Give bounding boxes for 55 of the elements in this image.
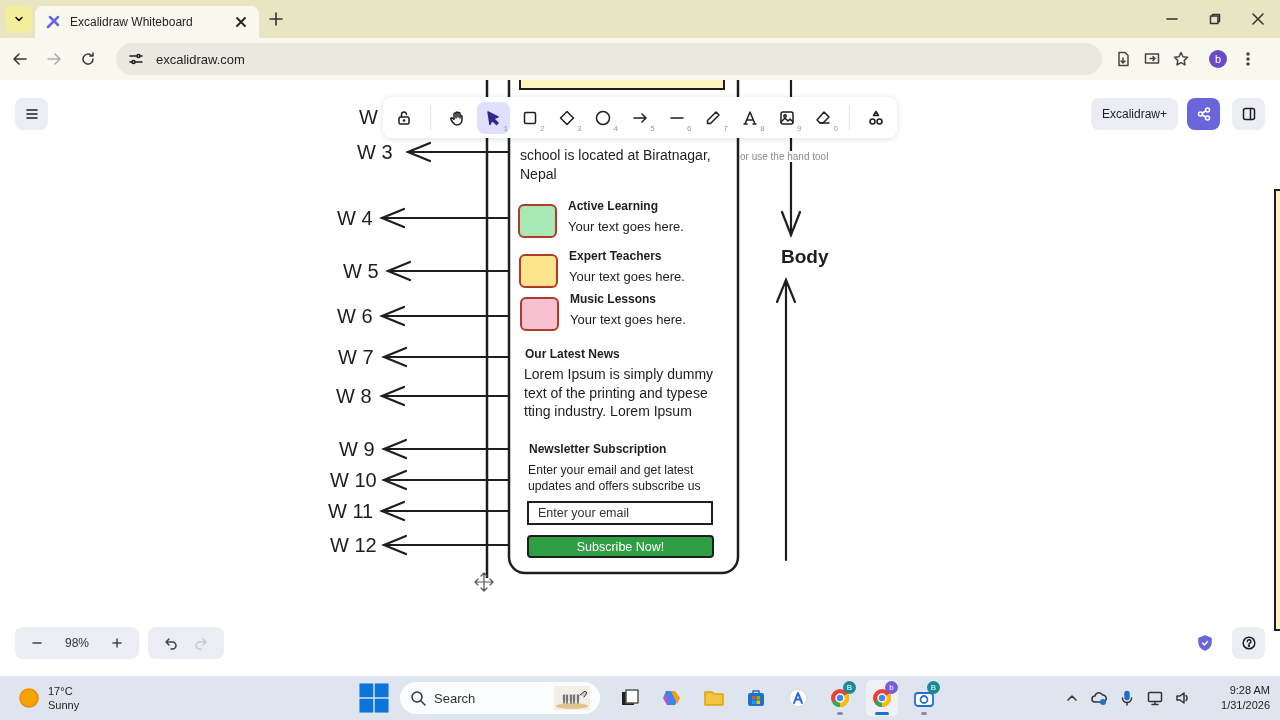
newsletter-text: Enter your email and get latest updates and offers subscribe us [528,462,701,494]
badge: B [843,681,856,694]
tool-button[interactable]: 1 [476,101,510,134]
news-title: Our Latest News [525,347,620,361]
tool-button[interactable]: 6 [660,101,694,134]
clock-time: 9:28 AM [1229,683,1270,698]
label: W 11 [328,499,374,524]
newsletter-title: Newsletter Subscription [529,442,667,456]
label: W 12 [330,533,377,558]
tab-title: Excalidraw Whiteboard [70,15,194,29]
label: W 5 [343,259,379,284]
taskbar-app[interactable]: b [866,680,898,716]
feature-text: Your text goes here. [569,269,685,284]
tool-button[interactable]: 8 [733,101,767,134]
taskbar-app[interactable]: B [824,680,856,716]
excalidraw-plus-button[interactable]: Excalidraw+ [1091,98,1178,130]
label: W 3 [357,140,393,165]
weather-condition: Sunny [48,698,80,712]
taskbar-app[interactable]: B [908,680,940,716]
tool-button[interactable]: 7 [696,101,731,134]
news-text: Lorem Ipsum is simply dummy text of the printing and typese tting industry. Lorem Ipsum [524,365,714,421]
subscribe-button[interactable]: Subscribe Now! [527,535,714,558]
tool-button[interactable]: 5 [623,101,657,134]
body-label: Body [781,246,829,268]
clock[interactable]: 9:28 AM 1/31/2026 [1221,683,1270,713]
feature-title: Active Learning [568,199,659,213]
label: W 8 [336,384,372,409]
canvas-hint: or use the hand tool [740,151,829,162]
label: W 10 [330,468,377,493]
feature-title: Expert Teachers [569,249,662,263]
feature-title: Music Lessons [570,292,657,306]
welcome-text: school is located at Biratnagar, Nepal [520,146,711,184]
label: W 9 [339,437,375,462]
address-field[interactable]: excalidraw.com [116,43,1102,75]
zoom-level-button[interactable]: 98% [51,636,104,650]
feature-text: Your text goes here. [568,219,684,234]
tool-button[interactable]: 0 [806,101,841,134]
temperature: 17°C [48,684,74,698]
badge: B [927,681,940,694]
url-text: excalidraw.com [156,51,245,67]
profile-avatar[interactable]: b [1209,50,1227,68]
browser-tab[interactable]: Excalidraw Whiteboard [35,6,259,38]
label: W [359,105,378,130]
feature-text: Your text goes here. [570,312,686,327]
email-field[interactable]: Enter your email [527,501,713,525]
label: W 4 [337,206,373,231]
badge: b [885,681,898,694]
search-field[interactable]: Search [400,682,600,714]
tool-button[interactable]: 4 [586,101,620,134]
tool-button[interactable]: 3 [549,101,584,134]
label: W 7 [338,345,374,370]
tool-button[interactable]: 2 [513,101,547,134]
tool-button[interactable]: 9 [770,101,804,134]
label: W 6 [337,304,373,329]
clock-date: 1/31/2026 [1221,698,1270,713]
